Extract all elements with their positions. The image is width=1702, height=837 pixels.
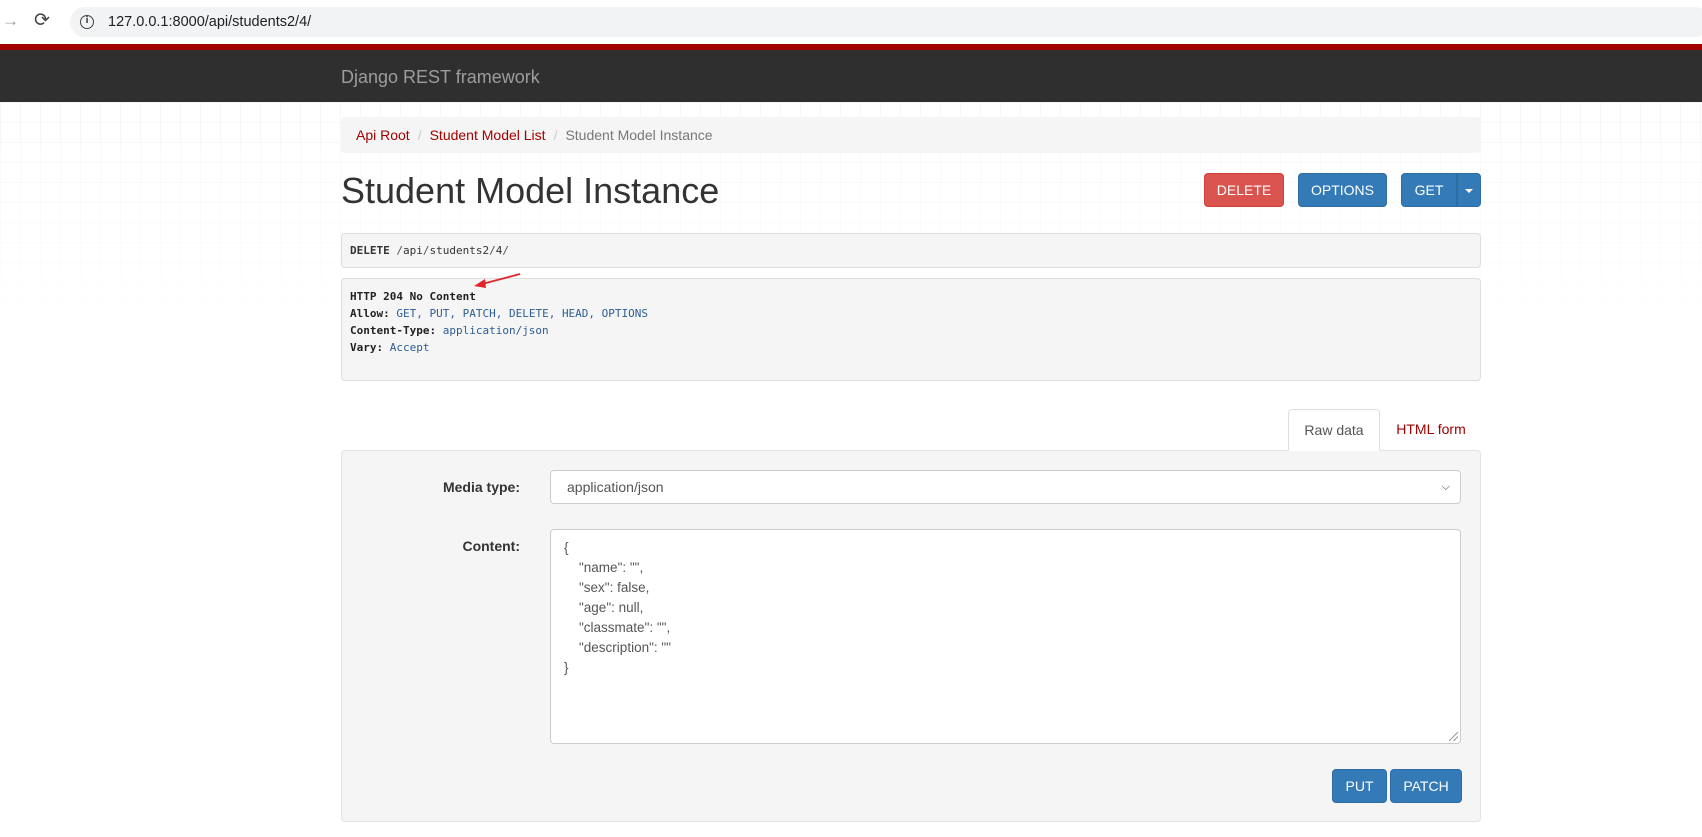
- header-key: Allow:: [350, 307, 390, 320]
- raw-data-form: Media type: application/json ⌵ Content: …: [341, 450, 1481, 822]
- path-separator: /: [396, 244, 403, 257]
- forward-arrow-icon[interactable]: →: [2, 10, 20, 32]
- breadcrumb: Api Root / Student Model List / Student Mode…: [341, 117, 1481, 153]
- get-format-dropdown[interactable]: [1457, 173, 1481, 207]
- path-separator: /: [422, 244, 430, 257]
- breadcrumb-separator: /: [417, 127, 422, 143]
- browser-toolbar: → ⟳ i 127.0.0.1:8000/api/students2/4/: [0, 0, 1702, 44]
- content-line: }: [564, 660, 569, 675]
- header-value: application/json: [442, 324, 549, 337]
- media-type-label: Media type:: [442, 479, 520, 495]
- media-type-value: application/json: [567, 479, 664, 495]
- content-line: "classmate": "",: [564, 620, 671, 635]
- tab-html-form[interactable]: HTML form: [1380, 409, 1482, 451]
- url-text[interactable]: 127.0.0.1:8000/api/students2/4/: [108, 14, 311, 30]
- content-line: "description": "": [564, 640, 671, 655]
- options-button[interactable]: OPTIONS: [1298, 173, 1387, 207]
- response-info: HTTP 204 No Content Allow: GET, PUT, PAT…: [341, 278, 1481, 381]
- breadcrumb-item-api-root[interactable]: Api Root: [356, 127, 410, 143]
- request-info: DELETE /api/students2/4/: [341, 233, 1481, 268]
- annotation-arrow-icon: [474, 273, 521, 288]
- content-line: "age": null,: [564, 600, 644, 615]
- site-info-icon[interactable]: i: [80, 15, 94, 29]
- header-key: Vary:: [350, 341, 384, 354]
- content-textarea[interactable]: { "name": "", "sex": false, "age": null,…: [550, 529, 1461, 744]
- content-label: Content:: [462, 538, 520, 554]
- header-value: GET, PUT, PATCH, DELETE, HEAD, OPTIONS: [396, 307, 649, 320]
- navbar: Django REST framework: [0, 50, 1702, 102]
- tab-raw-data[interactable]: Raw data: [1288, 409, 1380, 451]
- request-method: DELETE: [350, 244, 390, 257]
- path-segment: students2: [429, 244, 490, 257]
- breadcrumb-item-current: Student Model Instance: [565, 127, 713, 143]
- media-type-select[interactable]: application/json ⌵: [550, 470, 1461, 504]
- content-line: "name": "",: [564, 560, 644, 575]
- chevron-down-icon: ⌵: [1441, 481, 1450, 493]
- response-header-allow: Allow: GET, PUT, PATCH, DELETE, HEAD, OP…: [350, 305, 1472, 322]
- header-key: Content-Type:: [350, 324, 437, 337]
- resize-handle[interactable]: [1449, 732, 1458, 741]
- response-header-content-type: Content-Type: application/json: [350, 322, 1472, 339]
- page-title: Student Model Instance: [341, 170, 720, 211]
- put-button[interactable]: PUT: [1332, 769, 1387, 803]
- path-separator: /: [502, 244, 509, 257]
- address-bar[interactable]: i 127.0.0.1:8000/api/students2/4/: [70, 7, 1702, 37]
- header-value: Accept: [389, 341, 430, 354]
- reload-icon[interactable]: ⟳: [34, 9, 56, 33]
- content-line: {: [564, 540, 569, 555]
- patch-button[interactable]: PATCH: [1390, 769, 1462, 803]
- breadcrumb-item-student-model-list[interactable]: Student Model List: [430, 127, 546, 143]
- content-line: "sex": false,: [564, 580, 650, 595]
- get-button[interactable]: GET: [1401, 173, 1457, 207]
- caret-down-icon: [1465, 189, 1473, 194]
- delete-button[interactable]: DELETE: [1204, 173, 1284, 207]
- path-separator: /: [489, 244, 496, 257]
- breadcrumb-separator: /: [553, 127, 558, 143]
- navbar-brand[interactable]: Django REST framework: [341, 67, 540, 88]
- response-header-vary: Vary: Accept: [350, 339, 1472, 356]
- path-segment: api: [403, 244, 423, 257]
